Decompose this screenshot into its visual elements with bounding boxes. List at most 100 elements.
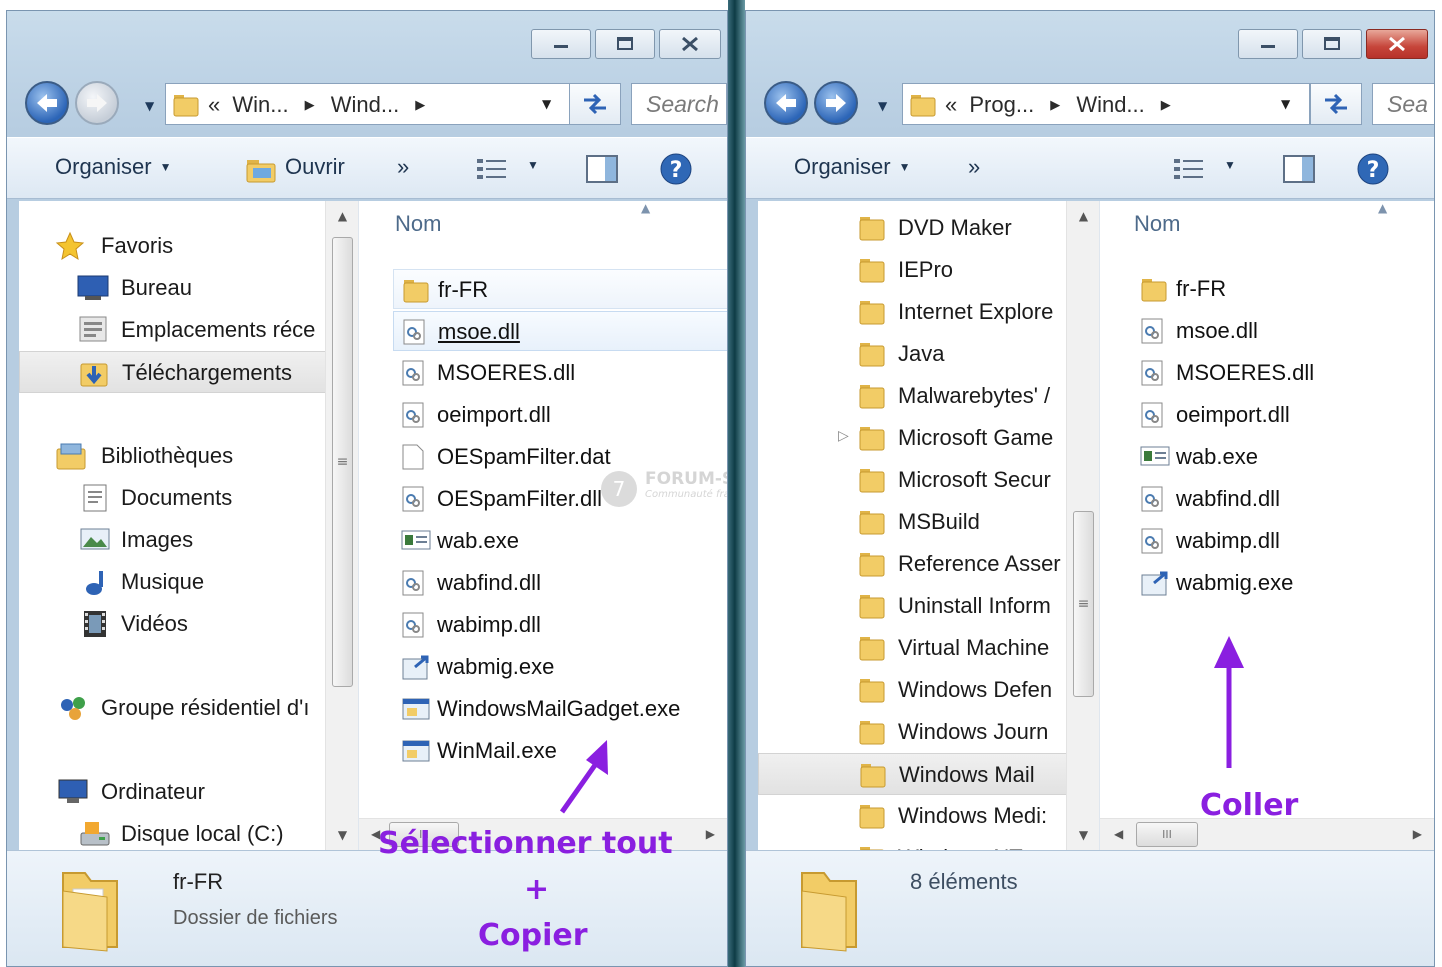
tree-item[interactable]: DVD Maker <box>758 207 1099 249</box>
close-button[interactable] <box>659 29 721 59</box>
expand-arrow-icon[interactable]: ▷ <box>838 427 849 444</box>
file-item[interactable]: WinMail.exe <box>393 731 727 771</box>
tree-item[interactable]: Java <box>758 333 1099 375</box>
file-item[interactable]: oeimport.dll <box>393 395 727 435</box>
file-item[interactable]: fr-FR <box>393 269 727 309</box>
nav-item-computer[interactable]: Ordinateur <box>19 771 358 813</box>
breadcrumb-item[interactable]: Prog... <box>969 92 1034 117</box>
tree-item[interactable]: IEPro <box>758 249 1099 291</box>
open-button[interactable]: Ouvrir <box>285 154 345 180</box>
breadcrumb-chevron-icon[interactable]: ▶ <box>1050 97 1060 112</box>
tree-item[interactable]: Uninstall Inform <box>758 585 1099 627</box>
breadcrumb-chevron-icon[interactable]: ▶ <box>1161 97 1171 112</box>
nav-item-homegroup[interactable]: Groupe résidentiel d'ı <box>19 687 358 729</box>
preview-pane-icon[interactable] <box>1282 154 1316 184</box>
help-icon[interactable]: ? <box>659 152 693 186</box>
file-item[interactable]: MSOERES.dll <box>1132 353 1432 393</box>
file-item[interactable]: oeimport.dll <box>1132 395 1432 435</box>
breadcrumb-item[interactable]: Wind... <box>1076 92 1144 117</box>
file-item[interactable]: wabfind.dll <box>393 563 727 603</box>
scrollbar-thumb[interactable]: III <box>1136 822 1198 847</box>
maximize-button[interactable] <box>1302 29 1362 59</box>
nav-item-libraries[interactable]: Bibliothèques <box>19 435 358 477</box>
nav-item-desktop[interactable]: Bureau <box>19 267 358 309</box>
search-input[interactable]: Sea <box>1372 83 1434 125</box>
breadcrumb-item[interactable]: Wind... <box>331 92 399 117</box>
tree-item[interactable]: Microsoft Secur <box>758 459 1099 501</box>
column-header-name[interactable]: Nom <box>1134 211 1180 237</box>
file-item[interactable]: wabimp.dll <box>393 605 727 645</box>
refresh-button[interactable] <box>569 83 621 125</box>
tree-item[interactable]: Internet Explore <box>758 291 1099 333</box>
address-dropdown-icon[interactable]: ▼ <box>1281 97 1290 111</box>
nav-item-recent-places[interactable]: Emplacements réce <box>19 309 358 351</box>
tree-item[interactable]: MSBuild <box>758 501 1099 543</box>
file-item[interactable]: fr-FR <box>1132 269 1432 309</box>
forward-button[interactable] <box>75 81 119 125</box>
breadcrumb-chevron-icon[interactable]: ▶ <box>415 97 425 112</box>
more-commands-button[interactable]: » <box>397 154 409 180</box>
scroll-right-icon[interactable]: ▶ <box>1413 827 1422 841</box>
file-item[interactable]: msoe.dll <box>393 311 727 351</box>
file-item[interactable]: wabmig.exe <box>1132 563 1432 603</box>
file-item[interactable]: wab.exe <box>1132 437 1432 477</box>
breadcrumb-overflow[interactable]: « <box>945 92 957 117</box>
tree-item[interactable]: Windows Defen <box>758 669 1099 711</box>
nav-item-pictures[interactable]: Images <box>19 519 358 561</box>
file-item[interactable]: MSOERES.dll <box>393 353 727 393</box>
nav-item-downloads[interactable]: Téléchargements <box>19 351 358 393</box>
scroll-down-icon[interactable]: ▼ <box>326 820 358 850</box>
breadcrumb-overflow[interactable]: « <box>208 92 220 117</box>
minimize-button[interactable] <box>531 29 591 59</box>
search-input[interactable]: Search <box>631 83 727 125</box>
scrollbar-thumb[interactable]: ≡ <box>1073 511 1094 697</box>
scroll-down-icon[interactable]: ▼ <box>1067 820 1099 850</box>
file-item[interactable]: wab.exe <box>393 521 727 561</box>
tree-item[interactable]: Windows NT <box>758 837 1099 850</box>
minimize-button[interactable] <box>1238 29 1298 59</box>
file-item[interactable]: wabmig.exe <box>393 647 727 687</box>
nav-item-favorites[interactable]: Favoris <box>19 225 358 267</box>
nav-item-videos[interactable]: Vidéos <box>19 603 358 645</box>
file-item[interactable]: msoe.dll <box>1132 311 1432 351</box>
organize-menu[interactable]: Organiser ▼ <box>55 154 171 180</box>
forward-button[interactable] <box>814 81 858 125</box>
breadcrumb-item[interactable]: Win... <box>232 92 288 117</box>
scroll-up-icon[interactable]: ▲ <box>1067 201 1099 231</box>
file-item[interactable]: wabfind.dll <box>1132 479 1432 519</box>
address-bar[interactable]: « Win... ▶ Wind... ▶ ▼ <box>165 83 570 125</box>
recent-pages-dropdown[interactable]: ▼ <box>878 99 887 113</box>
help-icon[interactable]: ? <box>1356 152 1390 186</box>
back-button[interactable] <box>25 81 69 125</box>
file-item[interactable]: wabimp.dll <box>1132 521 1432 561</box>
scroll-left-icon[interactable]: ◀ <box>1114 827 1123 841</box>
tree-item[interactable]: Windows Mail <box>758 753 1099 795</box>
navigation-scrollbar[interactable]: ▲ ≡ ▼ <box>325 201 358 850</box>
nav-item-local-disk[interactable]: Disque local (C:) <box>19 813 358 850</box>
nav-item-music[interactable]: Musique <box>19 561 358 603</box>
view-options-icon[interactable] <box>1172 156 1206 182</box>
recent-pages-dropdown[interactable]: ▼ <box>145 99 154 113</box>
tree-item[interactable]: Reference Asser <box>758 543 1099 585</box>
preview-pane-icon[interactable] <box>585 154 619 184</box>
address-dropdown-icon[interactable]: ▼ <box>542 97 551 111</box>
tree-item[interactable]: Windows Medi: <box>758 795 1099 837</box>
folder-tree-scrollbar[interactable]: ▲ ≡ ▼ <box>1066 201 1099 850</box>
breadcrumb-chevron-icon[interactable]: ▶ <box>305 97 315 112</box>
tree-item[interactable]: Windows Journ <box>758 711 1099 753</box>
back-button[interactable] <box>764 81 808 125</box>
refresh-button[interactable] <box>1310 83 1362 125</box>
view-dropdown-icon[interactable]: ▼ <box>1224 158 1236 172</box>
scroll-up-icon[interactable]: ▲ <box>326 201 358 231</box>
organize-menu[interactable]: Organiser ▼ <box>794 154 910 180</box>
column-header-name[interactable]: Nom <box>395 211 441 237</box>
view-dropdown-icon[interactable]: ▼ <box>527 158 539 172</box>
tree-item[interactable]: Virtual Machine <box>758 627 1099 669</box>
tree-item[interactable]: Malwarebytes' / <box>758 375 1099 417</box>
maximize-button[interactable] <box>595 29 655 59</box>
tree-item[interactable]: ▷ Microsoft Game <box>758 417 1099 459</box>
scroll-right-icon[interactable]: ▶ <box>706 827 715 841</box>
scrollbar-thumb[interactable]: ≡ <box>332 237 353 687</box>
more-commands-button[interactable]: » <box>968 154 980 180</box>
view-options-icon[interactable] <box>475 156 509 182</box>
